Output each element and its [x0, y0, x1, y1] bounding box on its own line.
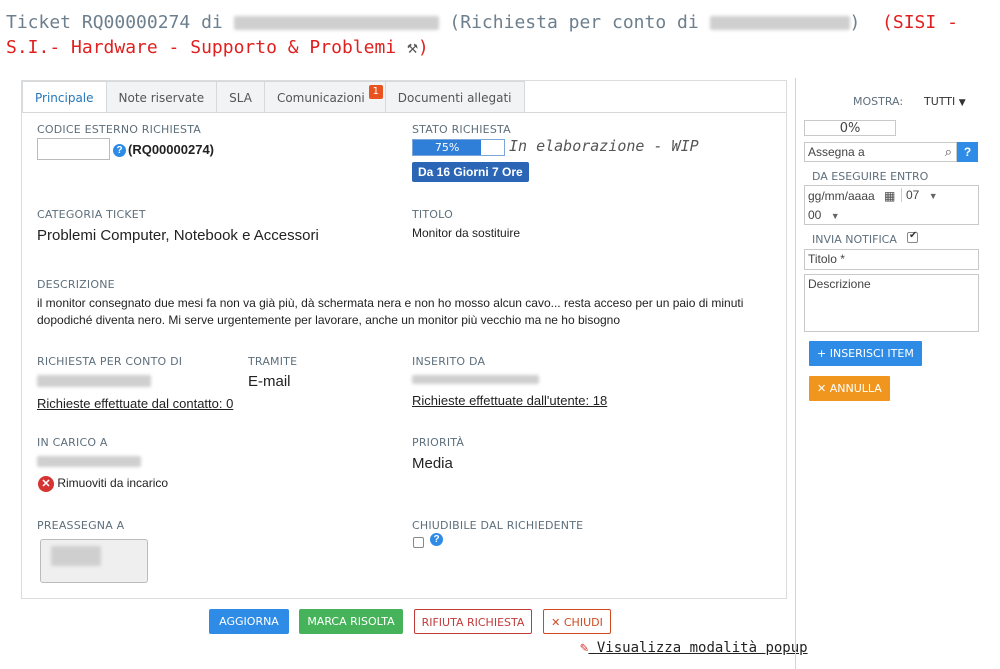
date-placeholder: gg/mm/aaaa — [808, 189, 875, 203]
titolo-input[interactable]: Titolo * — [804, 249, 979, 270]
tab-note-riservate[interactable]: Note riservate — [106, 81, 218, 113]
pencil-icon: ✎ — [580, 640, 589, 656]
date-input[interactable]: gg/mm/aaaa ▦ — [808, 189, 895, 203]
da-eseguire-label: DA ESEGUIRE ENTRO — [812, 170, 929, 183]
popup-mode-link[interactable]: ✎ Visualizza modalità popup — [580, 640, 808, 656]
inserito-label: INSERITO DA — [412, 355, 486, 368]
help-icon[interactable]: ? — [113, 144, 126, 157]
blurred-assignee-name — [37, 456, 141, 467]
priorita-value: Media — [412, 455, 453, 472]
descrizione-label: DESCRIZIONE — [37, 278, 115, 291]
tramite-value: E-mail — [248, 373, 291, 390]
chiudi-label: CHIUDI — [563, 616, 603, 629]
chiudi-button[interactable]: ✕ CHIUDI — [543, 609, 611, 634]
priorita-label: PRIORITÀ — [412, 436, 465, 449]
aggiorna-button[interactable]: AGGIORNA — [209, 609, 289, 634]
close-icon: ✕ — [817, 382, 827, 395]
mostra-label: MOSTRA: — [853, 95, 904, 108]
annulla-label: ANNULLA — [829, 382, 882, 395]
assegna-placeholder: Assegna a — [808, 145, 865, 159]
items-progress-bar: 0% — [804, 120, 896, 136]
richiesta-label: RICHIESTA PER CONTO DI — [37, 355, 183, 368]
preassegna-select[interactable] — [40, 539, 148, 583]
tab-principale[interactable]: Principale — [22, 81, 107, 113]
incarico-label: IN CARICO A — [37, 436, 108, 449]
check-icon: ✔ — [909, 230, 918, 241]
calendar-icon: ▦ — [884, 189, 896, 203]
titolo-value: Monitor da sostituire — [412, 226, 521, 240]
chiudibile-checkbox[interactable] — [413, 537, 424, 548]
mostra-value: TUTTI — [924, 95, 956, 108]
mostra-dropdown[interactable]: TUTTI ▼ — [924, 95, 966, 108]
titolo-label: TITOLO — [412, 208, 453, 221]
rimuoviti-button[interactable]: ✕ Rimuoviti da incarico — [38, 476, 168, 492]
codice-ref: (RQ00000274) — [128, 142, 214, 157]
blurred-preassign-name — [51, 546, 101, 566]
richieste-utente-link[interactable]: Richieste effettuate dall'utente: 18 — [412, 393, 607, 408]
da-eseguire-group: gg/mm/aaaa ▦ 07 ▼ 00 ▼ — [804, 185, 979, 225]
assegna-input[interactable]: Assegna a ⌕ — [804, 142, 957, 162]
tab-sla[interactable]: SLA — [217, 81, 265, 113]
rimuoviti-label: Rimuoviti da incarico — [57, 476, 169, 491]
assegna-help-button[interactable]: ? — [957, 142, 978, 162]
caret-down-icon: ▼ — [830, 211, 840, 221]
stato-label: STATO RICHIESTA — [412, 123, 511, 136]
inserisci-label: INSERISCI ITEM — [829, 347, 914, 360]
categoria-label: CATEGORIA TICKET — [37, 208, 146, 221]
tools-icon: ⚒ — [406, 37, 418, 58]
tab-documenti-allegati[interactable]: Documenti allegati — [385, 81, 525, 113]
descrizione-textarea[interactable]: Descrizione — [804, 274, 979, 332]
items-progress-pct: 0% — [839, 121, 861, 136]
ticket-tabs: Principale Note riservate SLA Comunicazi… — [22, 81, 525, 113]
plus-icon: + — [817, 347, 827, 360]
ticket-header-close: ) — [849, 12, 861, 33]
preassegna-label: PREASSEGNA A — [37, 519, 125, 532]
annulla-button[interactable]: ✕ ANNULLA — [809, 376, 890, 401]
stato-text: In elaborazione - WIP — [509, 137, 699, 155]
ticket-header-middle: (Richiesta per conto di — [449, 12, 699, 33]
tab-comunicazioni[interactable]: Comunicazioni 1 — [264, 81, 386, 113]
status-progress-bar: 75% — [412, 139, 505, 156]
blurred-contact-name — [709, 16, 850, 30]
invia-notifica-checkbox[interactable]: ✔ — [907, 230, 918, 243]
blurred-owner-name — [233, 16, 439, 30]
rifiuta-richiesta-button[interactable]: RIFIUTA RICHIESTA — [414, 609, 532, 634]
popup-link-label: Visualizza modalità popup — [596, 640, 808, 656]
comunicazioni-count-badge: 1 — [368, 85, 383, 99]
titolo-placeholder: Titolo * — [808, 252, 845, 266]
caret-down-icon: ▼ — [928, 191, 938, 201]
categoria-value: Problemi Computer, Notebook e Accessori — [37, 227, 319, 244]
search-icon: ⌕ — [944, 144, 952, 159]
tab-divider — [22, 112, 786, 113]
blurred-requester-name — [37, 375, 151, 387]
hour-value: 07 — [906, 188, 920, 202]
codice-label: CODICE ESTERNO RICHIESTA — [37, 123, 202, 136]
richieste-contatto-link[interactable]: Richieste effettuate dal contatto: 0 — [37, 396, 233, 411]
right-panel-divider — [795, 78, 796, 669]
codice-esterno-input[interactable] — [37, 138, 110, 160]
descrizione-placeholder: Descrizione — [808, 277, 871, 291]
tramite-label: TRAMITE — [248, 355, 298, 368]
ticket-category-header-close: ) — [417, 37, 429, 58]
descrizione-value: il monitor consegnato due mesi fa non va… — [37, 296, 744, 327]
minute-value: 00 — [808, 208, 822, 222]
ticket-header-prefix: Ticket RQ00000274 di — [6, 12, 234, 33]
chiudibile-help-icon[interactable]: ? — [430, 533, 443, 546]
ticket-main-panel: Principale Note riservate SLA Comunicazi… — [21, 80, 787, 599]
tab-comunicazioni-label: Comunicazioni — [276, 91, 365, 105]
remove-icon: ✕ — [38, 476, 54, 492]
elapsed-days-badge: Da 16 Giorni 7 Ore — [412, 162, 529, 182]
inserisci-item-button[interactable]: + INSERISCI ITEM — [809, 341, 922, 366]
caret-down-icon: ▼ — [958, 98, 966, 108]
hour-select[interactable]: 07 ▼ — [901, 188, 938, 202]
marca-risolta-button[interactable]: MARCA RISOLTA — [299, 609, 403, 634]
minute-select[interactable]: 00 ▼ — [808, 208, 840, 222]
close-icon: ✕ — [551, 616, 561, 629]
status-progress-fill: 75% — [413, 140, 482, 155]
invia-notifica-label: INVIA NOTIFICA — [812, 233, 897, 246]
ticket-header: Ticket RQ00000274 di (Richiesta per cont… — [6, 10, 986, 60]
blurred-inserter-name — [412, 375, 539, 384]
chiudibile-label: CHIUDIBILE DAL RICHIEDENTE — [412, 519, 584, 532]
